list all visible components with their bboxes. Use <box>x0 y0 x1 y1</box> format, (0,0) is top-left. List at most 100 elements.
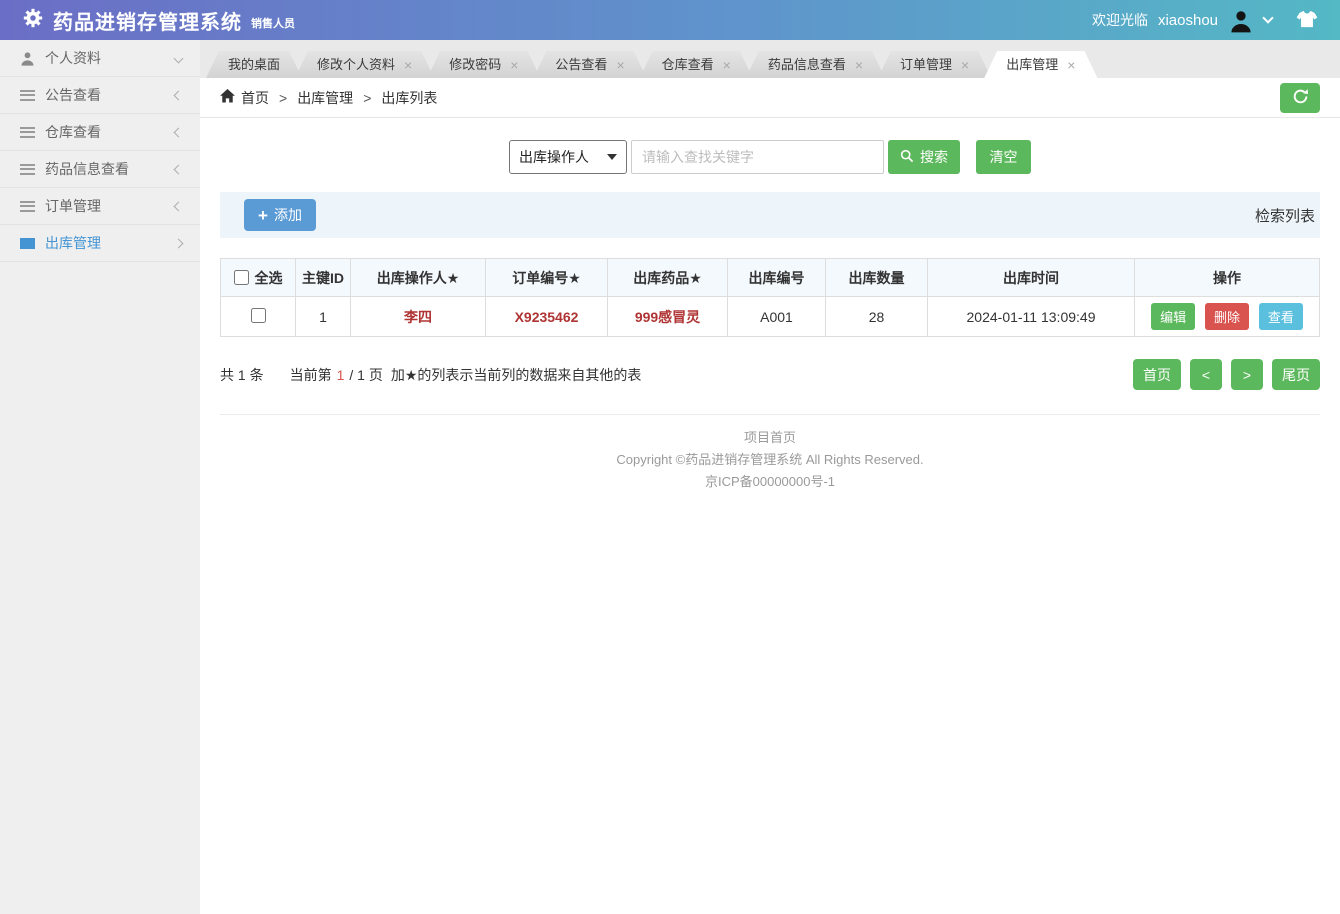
icp-text: 京ICP备00000000号-1 <box>220 471 1320 493</box>
clear-button[interactable]: 清空 <box>976 140 1031 174</box>
sidebar-item-drug-info[interactable]: 药品信息查看 <box>0 151 200 188</box>
header-user-area: 欢迎光临 xiaoshou <box>1092 7 1318 33</box>
chevron-down-icon <box>174 53 184 63</box>
tshirt-icon[interactable] <box>1296 10 1318 31</box>
total-count-text: 共 1 条 <box>220 365 264 385</box>
row-drug-cell: 999感冒灵 <box>608 297 728 337</box>
tab-label: 订单管理 <box>900 51 952 78</box>
close-icon[interactable]: × <box>1067 58 1075 72</box>
col-header-id: 主键ID <box>296 259 351 297</box>
col-header-quantity: 出库数量 <box>826 259 928 297</box>
tab-bar: 我的桌面 修改个人资料 × 修改密码 × 公告查看 × 仓库查看 × 药品信息查… <box>200 40 1340 78</box>
search-button[interactable]: 搜索 <box>888 140 960 174</box>
main-area: 我的桌面 修改个人资料 × 修改密码 × 公告查看 × 仓库查看 × 药品信息查… <box>200 40 1340 914</box>
add-button[interactable]: + 添加 <box>244 199 316 231</box>
pagination-buttons: 首页 < > 尾页 <box>1133 359 1320 390</box>
tab-change-password[interactable]: 修改密码 × <box>427 51 540 78</box>
tab-label: 药品信息查看 <box>768 51 846 78</box>
tab-outbound[interactable]: 出库管理 × <box>984 51 1097 78</box>
close-icon[interactable]: × <box>404 58 412 72</box>
tab-label: 仓库查看 <box>662 51 714 78</box>
close-icon[interactable]: × <box>616 58 624 72</box>
row-checkbox[interactable] <box>251 308 266 323</box>
sidebar-item-announcements[interactable]: 公告查看 <box>0 77 200 114</box>
edit-button[interactable]: 编辑 <box>1151 303 1195 330</box>
clear-button-label: 清空 <box>990 147 1018 167</box>
select-all-checkbox[interactable] <box>234 270 249 285</box>
breadcrumb-current: 出库列表 <box>381 88 437 108</box>
sidebar-item-warehouse[interactable]: 仓库查看 <box>0 114 200 151</box>
prev-page-button[interactable]: < <box>1190 359 1222 390</box>
current-page-number: 1 <box>337 367 345 383</box>
search-input[interactable] <box>631 140 884 174</box>
app-title: 药品进销存管理系统 <box>53 6 242 35</box>
close-icon[interactable]: × <box>855 58 863 72</box>
list-icon <box>18 90 36 101</box>
delete-button[interactable]: 删除 <box>1205 303 1249 330</box>
search-button-label: 搜索 <box>920 147 948 167</box>
user-role-label: 销售人员 <box>251 15 295 31</box>
chevron-left-icon <box>174 127 184 137</box>
copyright-text: Copyright ©药品进销存管理系统 All Rights Reserved… <box>220 449 1320 471</box>
tab-orders[interactable]: 订单管理 × <box>878 51 991 78</box>
tab-label: 修改密码 <box>449 51 501 78</box>
welcome-text: 欢迎光临 <box>1092 10 1148 30</box>
select-all-label: 全选 <box>255 268 283 288</box>
col-header-drug: 出库药品★ <box>608 259 728 297</box>
sidebar-item-profile[interactable]: 个人资料 <box>0 40 200 77</box>
close-icon[interactable]: × <box>723 58 731 72</box>
row-actions-cell: 编辑 删除 查看 <box>1135 297 1320 337</box>
row-order-no-cell: X9235462 <box>486 297 608 337</box>
tab-my-desktop[interactable]: 我的桌面 <box>206 51 302 78</box>
search-icon <box>900 149 914 166</box>
user-icon <box>18 51 36 66</box>
row-id-cell: 1 <box>296 297 351 337</box>
current-page-prefix: 当前第 <box>290 365 332 385</box>
add-button-label: 添加 <box>274 205 302 225</box>
avatar[interactable] <box>1228 7 1254 33</box>
breadcrumb-home[interactable]: 首页 <box>220 88 269 108</box>
tab-label: 出库管理 <box>1006 51 1058 78</box>
app-window: 药品进销存管理系统 销售人员 欢迎光临 xiaoshou <box>0 0 1340 914</box>
first-page-button[interactable]: 首页 <box>1133 359 1181 390</box>
project-home-link[interactable]: 项目首页 <box>220 427 1320 449</box>
row-select-cell <box>221 297 296 337</box>
filter-selected-value: 出库操作人 <box>519 147 589 167</box>
chevron-left-icon <box>174 201 184 211</box>
row-outbound-no-cell: A001 <box>728 297 826 337</box>
star-note: 加★的列表示当前列的数据来自其他的表 <box>391 365 642 385</box>
outbound-table: 全选 主键ID 出库操作人★ 订单编号★ 出库药品★ 出库编号 出库数量 出库时… <box>220 258 1320 337</box>
username-text: xiaoshou <box>1158 12 1218 29</box>
plus-icon: + <box>258 207 268 224</box>
next-page-button[interactable]: > <box>1231 359 1263 390</box>
tab-drug-info[interactable]: 药品信息查看 × <box>746 51 885 78</box>
home-icon <box>220 89 235 106</box>
table-row: 1 李四 X9235462 999感冒灵 A001 28 2024-01-11 … <box>221 297 1320 337</box>
gear-icon <box>22 7 44 34</box>
sidebar-item-orders[interactable]: 订单管理 <box>0 188 200 225</box>
col-header-order-no: 订单编号★ <box>486 259 608 297</box>
chevron-down-icon <box>607 154 617 160</box>
app-header: 药品进销存管理系统 销售人员 欢迎光临 xiaoshou <box>0 0 1340 40</box>
tab-edit-profile[interactable]: 修改个人资料 × <box>295 51 434 78</box>
sidebar-item-label: 订单管理 <box>45 196 175 216</box>
select-all-header: 全选 <box>221 259 296 297</box>
tab-announcements[interactable]: 公告查看 × <box>533 51 646 78</box>
tab-warehouse[interactable]: 仓库查看 × <box>640 51 753 78</box>
close-icon[interactable]: × <box>510 58 518 72</box>
sidebar-item-label: 药品信息查看 <box>45 159 175 179</box>
current-page-suffix: / 1 页 <box>349 365 382 385</box>
view-button[interactable]: 查看 <box>1259 303 1303 330</box>
last-page-button[interactable]: 尾页 <box>1272 359 1320 390</box>
tab-label: 公告查看 <box>555 51 607 78</box>
content: 出库操作人 搜索 清空 <box>200 140 1340 493</box>
list-icon <box>18 238 36 249</box>
filter-select[interactable]: 出库操作人 <box>509 140 627 174</box>
sidebar: 个人资料 公告查看 仓库查看 药品信息查看 订单管理 出库管理 <box>0 40 200 914</box>
breadcrumb-outbound[interactable]: 出库管理 <box>297 88 353 108</box>
list-icon <box>18 164 36 175</box>
refresh-button[interactable] <box>1280 83 1320 113</box>
sidebar-item-outbound[interactable]: 出库管理 <box>0 225 200 262</box>
chevron-down-icon[interactable] <box>1262 12 1273 23</box>
close-icon[interactable]: × <box>961 58 969 72</box>
